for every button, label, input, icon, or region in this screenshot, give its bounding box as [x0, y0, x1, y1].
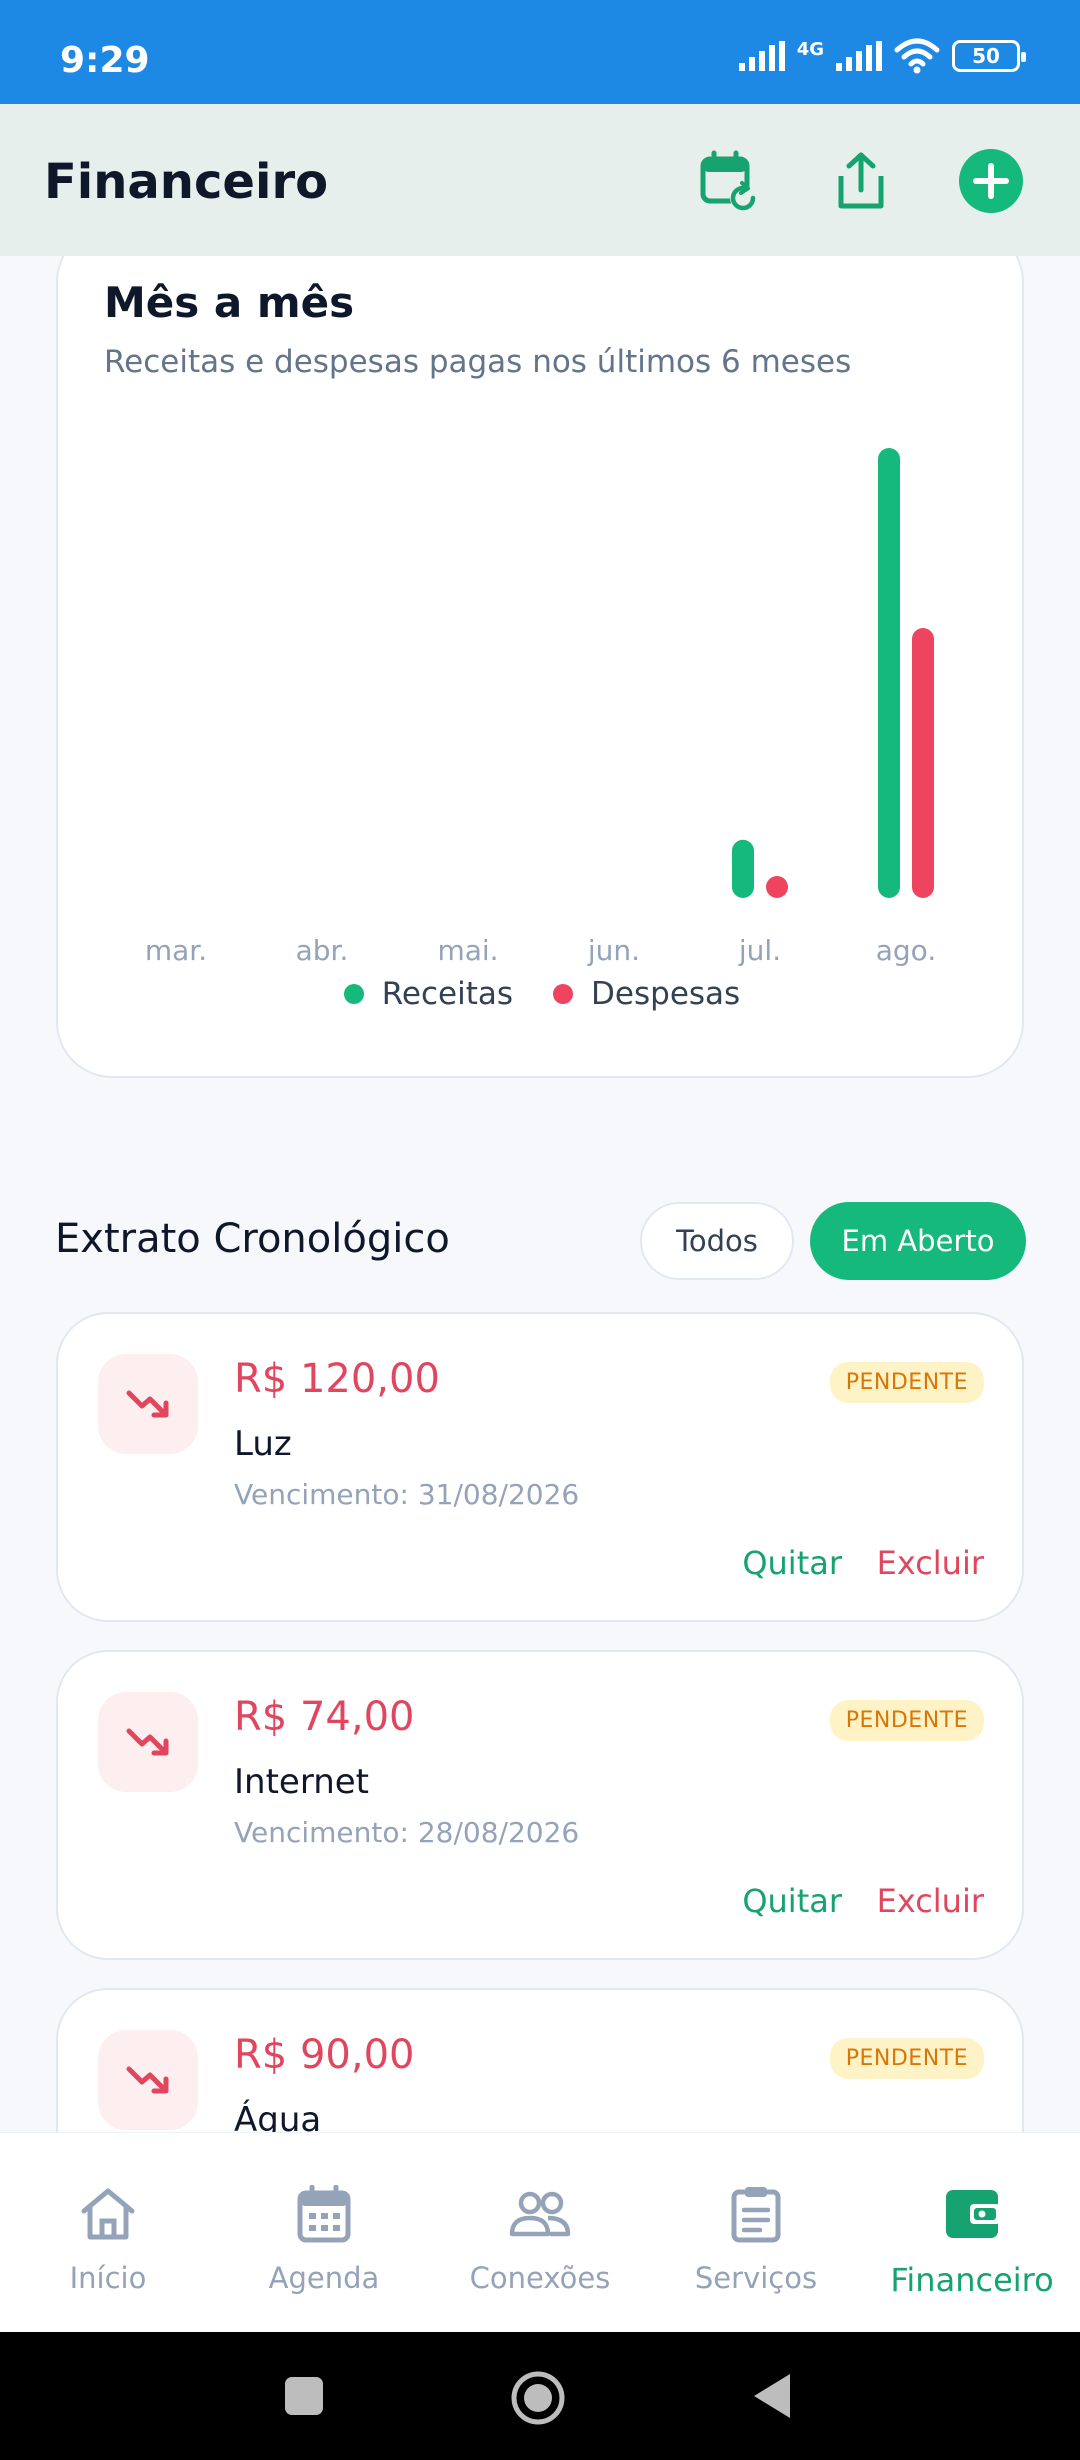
filter-todos-button[interactable]: Todos	[640, 1202, 794, 1280]
status-badge: PENDENTE	[829, 1700, 984, 1741]
excluir-button[interactable]: Excluir	[877, 1544, 984, 1582]
recent-apps-icon[interactable]	[284, 2376, 324, 2416]
filter-em-aberto-button[interactable]: Em Aberto	[810, 1202, 1026, 1280]
battery-level: 50	[972, 44, 1000, 68]
quitar-button[interactable]: Quitar	[742, 1882, 842, 1920]
excluir-button[interactable]: Excluir	[877, 1882, 984, 1920]
chart-legend: Receitas Despesas	[58, 976, 1026, 1012]
legend-dot-despesas	[553, 984, 574, 1004]
nav-item-agenda[interactable]: Agenda	[216, 2133, 432, 2332]
nav-label-servicos: Serviços	[694, 2261, 818, 2295]
nav-item-inicio[interactable]: Início	[0, 2133, 216, 2332]
battery-icon: 50	[952, 40, 1026, 72]
transaction-amount: R$ 74,00	[234, 1694, 415, 1740]
legend-item-despesas: Despesas	[553, 976, 740, 1012]
legend-dot-receitas	[343, 984, 364, 1004]
transaction-name: Água	[234, 2100, 322, 2132]
nav-label-financeiro: Financeiro	[890, 2261, 1054, 2299]
transaction-card[interactable]: R$ 74,00 Internet Vencimento: 28/08/2026…	[56, 1650, 1024, 1960]
bar-despesas-jul	[766, 876, 788, 898]
transaction-due-date: Vencimento: 31/08/2026	[234, 1478, 580, 1511]
signal-icon	[738, 41, 785, 71]
wallet-icon	[946, 2190, 1000, 2238]
wifi-icon	[894, 38, 940, 74]
home-button-icon[interactable]	[510, 2370, 566, 2426]
page-title: Financeiro	[44, 154, 329, 210]
transaction-amount: R$ 120,00	[234, 1356, 440, 1402]
extrato-title: Extrato Cronológico	[55, 1216, 450, 1262]
network-type-label: 4G	[796, 38, 824, 60]
nav-item-servicos[interactable]: Serviços	[648, 2133, 864, 2332]
expense-trend-icon	[98, 1692, 198, 1792]
x-tick-label: jul.	[738, 934, 781, 967]
transaction-due-date: Vencimento: 28/08/2026	[234, 1816, 580, 1849]
x-tick-label: mar.	[145, 934, 207, 967]
legend-item-receitas: Receitas	[343, 976, 514, 1012]
nav-item-conexoes[interactable]: Conexões	[432, 2133, 648, 2332]
transaction-name: Internet	[234, 1762, 370, 1802]
status-badge: PENDENTE	[829, 1362, 984, 1403]
monthly-chart: mar. abr. mai. jun. jul. ago.	[145, 448, 936, 967]
x-tick-label: ago.	[876, 934, 936, 967]
calendar-refresh-button[interactable]	[696, 148, 762, 214]
x-tick-label: abr.	[296, 934, 349, 967]
x-tick-label: jun.	[587, 934, 640, 967]
expense-trend-icon	[98, 1354, 198, 1454]
status-icons: 4G 50	[738, 38, 1026, 74]
transaction-card[interactable]: R$ 120,00 Luz Vencimento: 31/08/2026 PEN…	[56, 1312, 1024, 1622]
x-tick-label: mai.	[437, 934, 498, 967]
people-icon	[509, 2191, 571, 2237]
main-content[interactable]: Mês a mês Receitas e despesas pagas nos …	[0, 256, 1080, 2132]
share-button[interactable]	[828, 148, 894, 214]
transaction-name: Luz	[234, 1424, 292, 1464]
plus-circle-icon	[959, 149, 1023, 213]
transaction-card[interactable]: R$ 90,00 Água PENDENTE	[56, 1988, 1024, 2132]
app-bar: Financeiro	[0, 104, 1080, 256]
calendar-icon	[297, 2185, 351, 2243]
transaction-amount: R$ 90,00	[234, 2032, 415, 2078]
nav-label-conexoes: Conexões	[469, 2261, 611, 2295]
nav-item-financeiro[interactable]: Financeiro	[864, 2133, 1080, 2332]
status-bar: 9:29 4G 50	[0, 0, 1080, 104]
clipboard-icon	[731, 2187, 781, 2243]
legend-label-despesas: Despesas	[591, 976, 741, 1012]
quitar-button[interactable]: Quitar	[742, 1544, 842, 1582]
back-icon[interactable]	[752, 2372, 792, 2420]
nav-label-agenda: Agenda	[268, 2261, 380, 2295]
bar-receitas-ago	[878, 448, 900, 898]
bar-despesas-ago	[912, 628, 934, 898]
calendar-refresh-icon	[700, 150, 756, 211]
status-time: 9:29	[60, 40, 150, 81]
share-icon	[838, 152, 884, 209]
add-transaction-button[interactable]	[958, 148, 1024, 214]
nav-label-inicio: Início	[69, 2261, 147, 2295]
bottom-navigation: Início Agenda Conexões Serviços Financei…	[0, 2132, 1080, 2332]
chart-card: Mês a mês Receitas e despesas pagas nos …	[56, 256, 1024, 1078]
bar-receitas-jul	[732, 839, 754, 898]
status-badge: PENDENTE	[829, 2038, 984, 2079]
expense-trend-icon	[98, 2030, 198, 2130]
system-navigation-bar	[0, 2332, 1080, 2460]
signal-icon-2	[836, 41, 882, 71]
home-icon	[81, 2188, 135, 2240]
legend-label-receitas: Receitas	[381, 976, 514, 1012]
